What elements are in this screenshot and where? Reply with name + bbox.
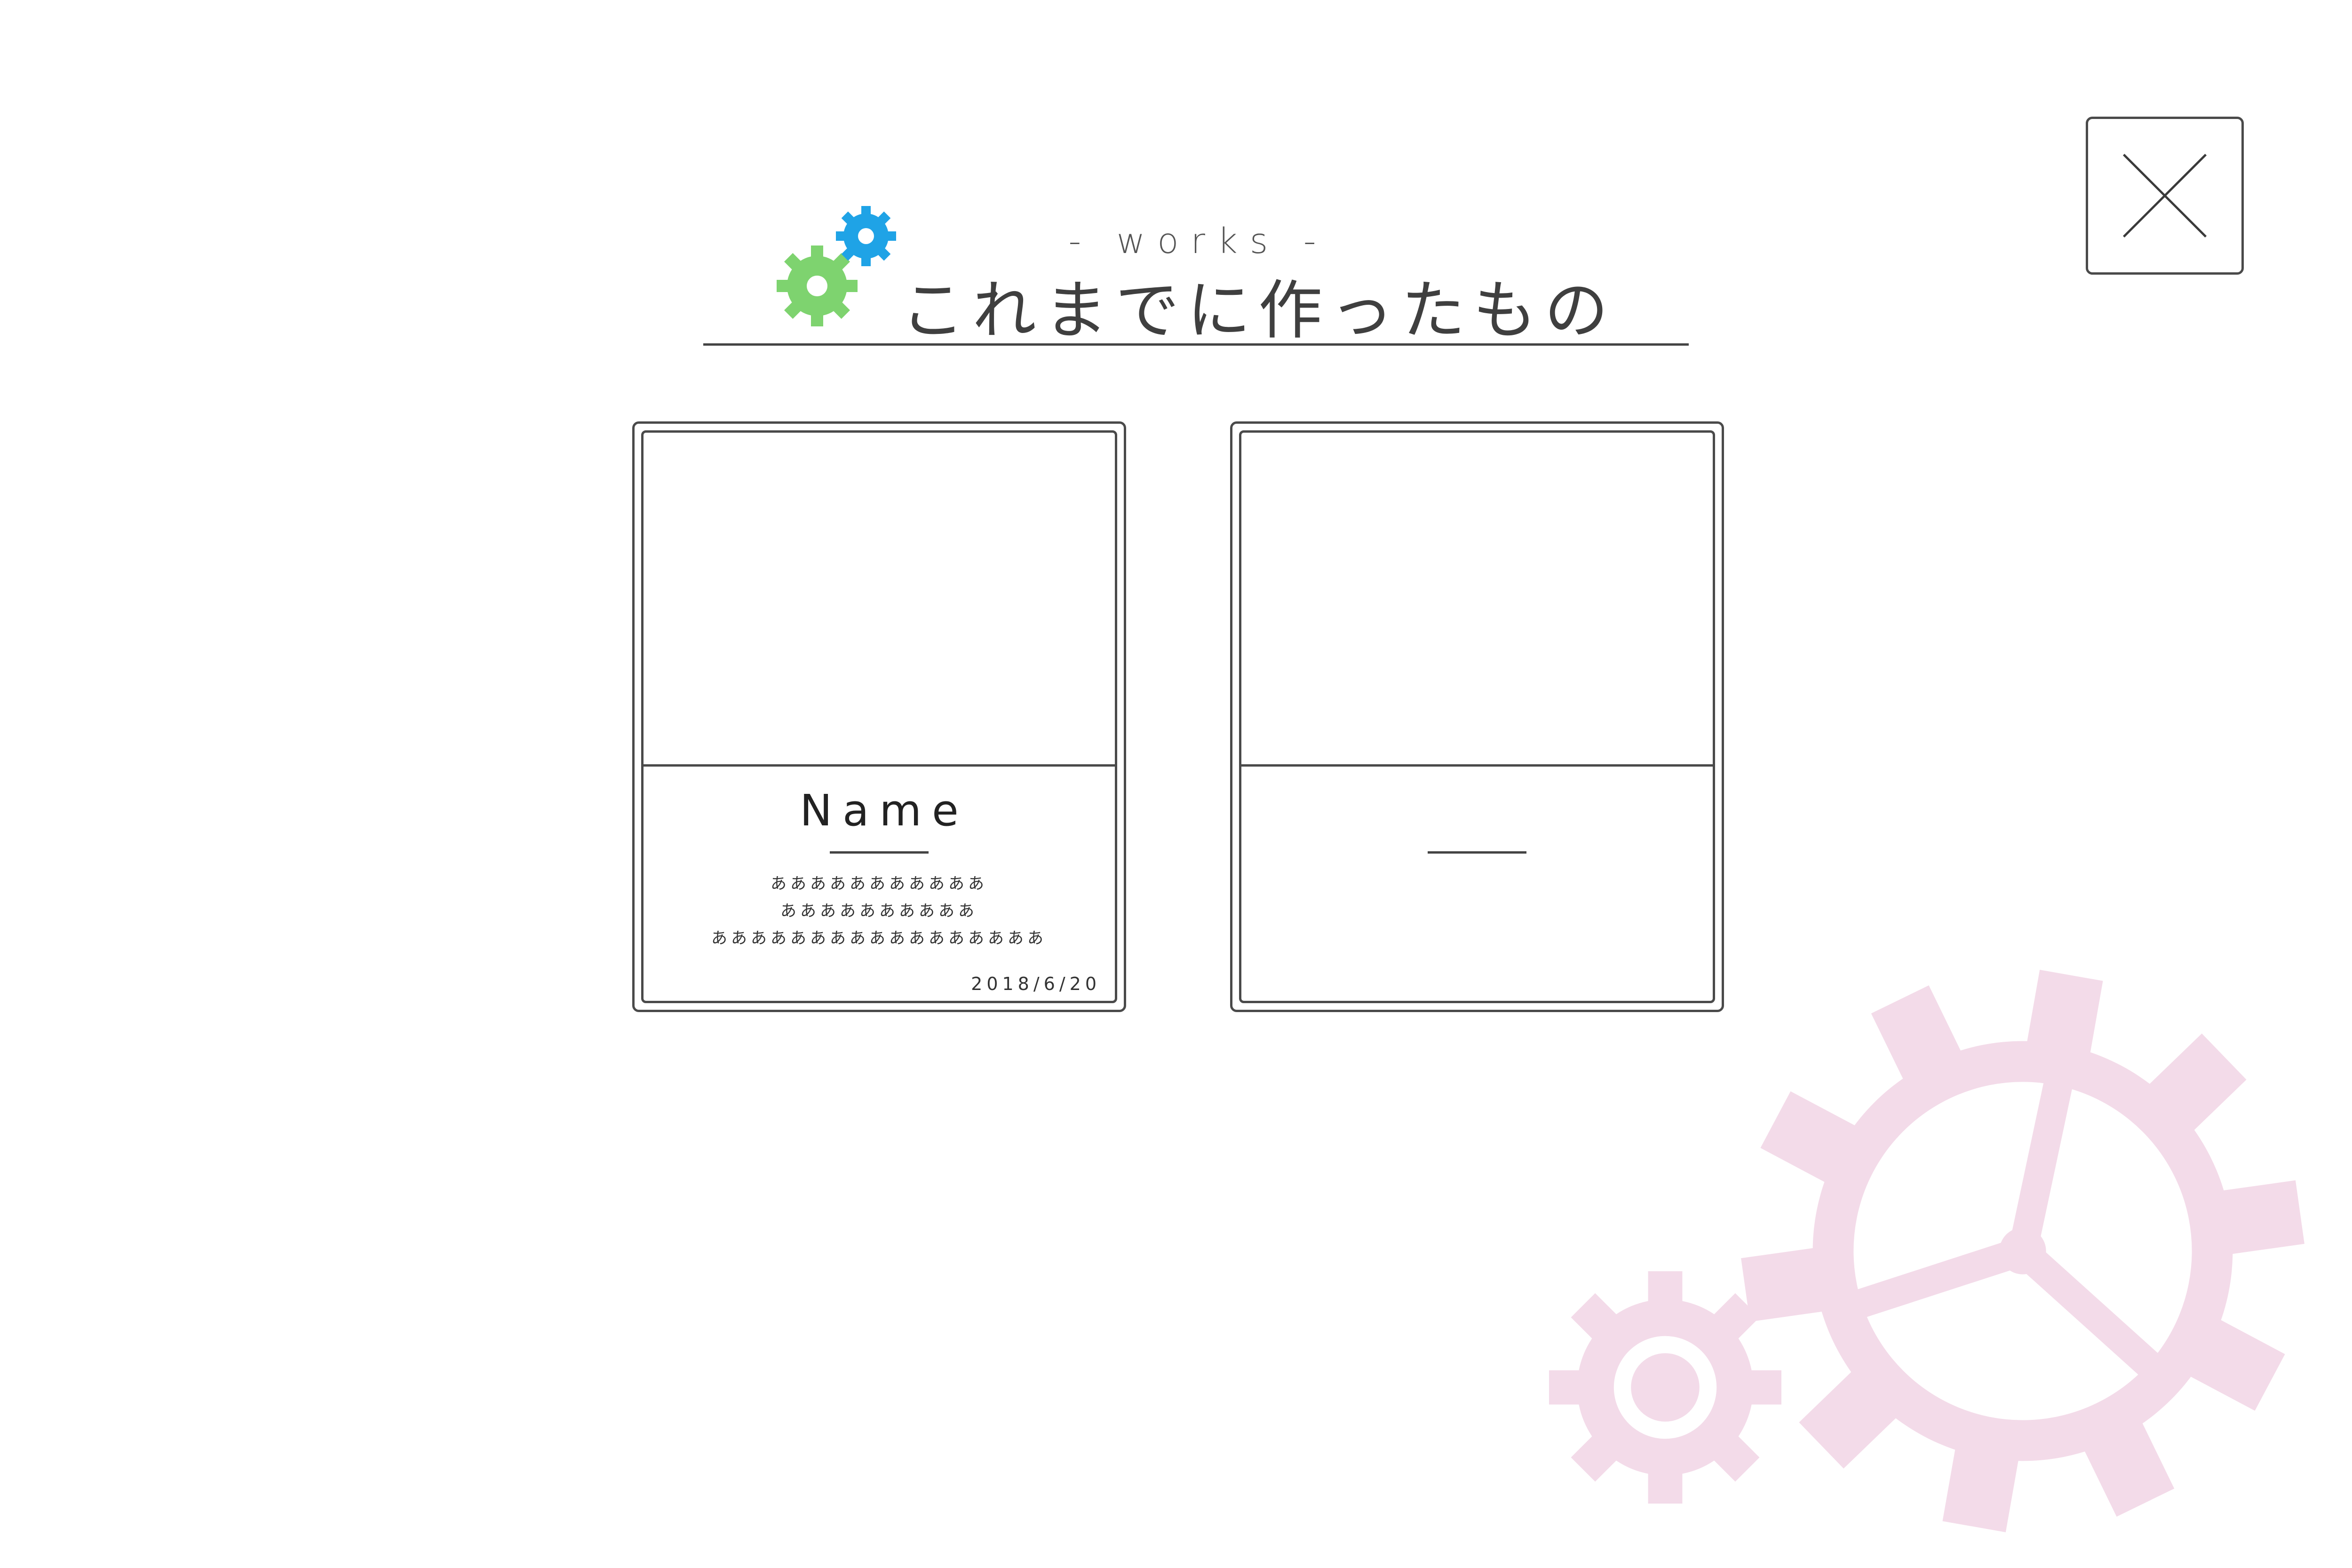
- close-button[interactable]: [2086, 117, 2244, 275]
- works-page: - works - これまでに作ったもの Name あああああああああああ ああ…: [0, 0, 2352, 1568]
- page-header: - works - これまでに作ったもの: [703, 202, 1689, 353]
- work-card-frame: Name あああああああああああ ああああああああああ ああああああああああああ…: [641, 430, 1117, 1003]
- work-description-line: あああああああああああ: [771, 874, 988, 893]
- gear-icon-pink-small: [1549, 1271, 1781, 1504]
- work-thumbnail: [1241, 433, 1713, 767]
- page-subtitle: - works -: [1068, 221, 1328, 261]
- work-name: Name: [800, 785, 969, 836]
- page-title: これまでに作ったもの: [901, 274, 1616, 348]
- work-card[interactable]: [1230, 421, 1724, 1012]
- work-card[interactable]: Name あああああああああああ ああああああああああ ああああああああああああ…: [632, 421, 1126, 1012]
- work-description: あああああああああああ ああああああああああ あああああああああああああああああ: [644, 870, 1115, 952]
- work-name-divider: [1428, 851, 1526, 854]
- work-description-line: ああああああああああ: [780, 902, 978, 920]
- close-icon: [2122, 153, 2207, 238]
- work-thumbnail: [644, 433, 1115, 767]
- work-info: [1241, 767, 1713, 1001]
- gear-icon-pink-large: [1741, 969, 2304, 1533]
- title-divider: [703, 343, 1689, 346]
- work-description-line: あああああああああああああああああ: [711, 929, 1047, 948]
- work-info: Name あああああああああああ ああああああああああ ああああああああああああ…: [644, 767, 1115, 1001]
- work-name-divider: [830, 851, 929, 854]
- work-card-frame: [1239, 430, 1715, 1003]
- work-date: 2018/6/20: [971, 974, 1101, 994]
